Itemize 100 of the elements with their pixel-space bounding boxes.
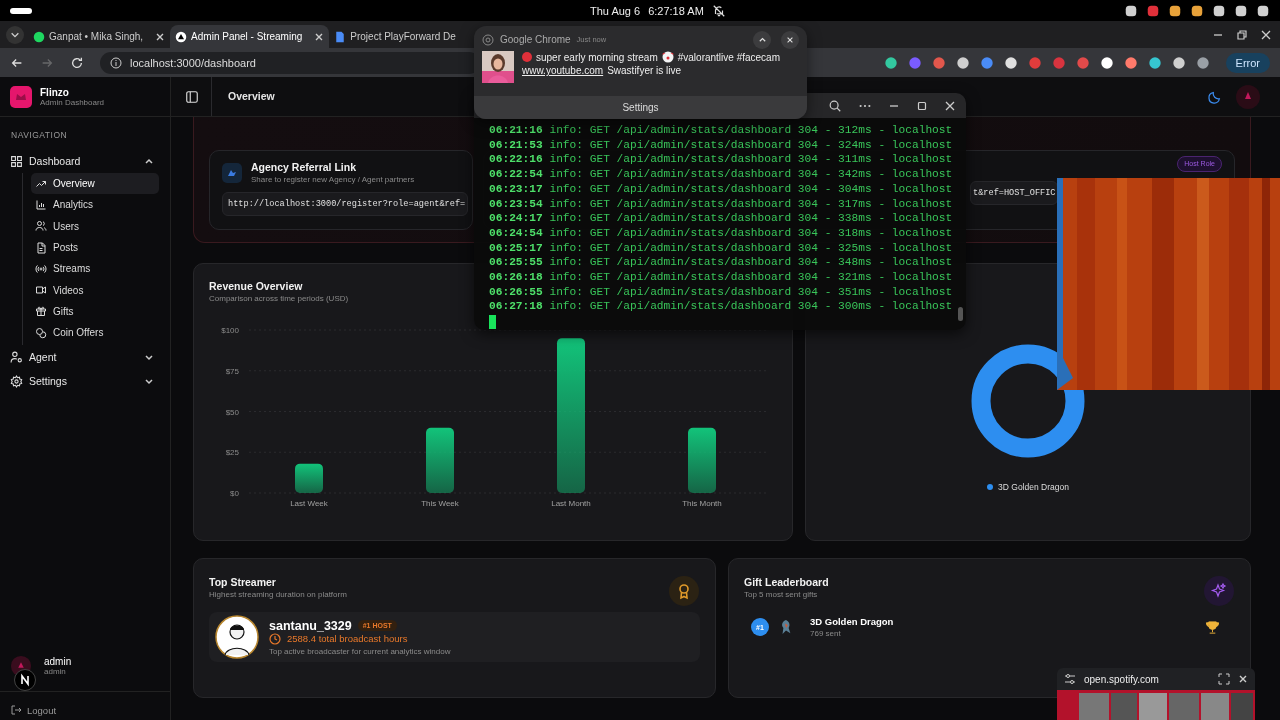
legend-label: 3D Golden Dragon	[998, 482, 1069, 492]
sidebar-toggle-icon[interactable]	[185, 89, 199, 104]
notification-message: #valorantlive #facecam	[677, 51, 780, 63]
link-icon	[222, 162, 242, 183]
dev-tools-button[interactable]	[14, 669, 36, 691]
close-icon[interactable]	[314, 31, 325, 42]
card-title: Revenue Overview	[209, 280, 303, 292]
scrollbar-thumb[interactable]	[958, 307, 963, 321]
nav-subitem[interactable]: Users	[31, 215, 159, 237]
settings-button[interactable]: Settings	[474, 95, 807, 119]
nav-subitem[interactable]: Analytics	[31, 194, 159, 216]
bar	[688, 427, 716, 493]
chevron-down-icon[interactable]	[144, 352, 154, 363]
extension-icon[interactable]	[1147, 55, 1162, 70]
terminal-line: 06:27:18 info: GET /api/admin/stats/dashboard 304 - 300ms - localhost	[489, 299, 953, 315]
close-icon[interactable]	[1260, 29, 1272, 41]
person-avatar-icon	[215, 615, 259, 659]
close-icon[interactable]	[944, 99, 956, 112]
maximize-icon[interactable]	[916, 99, 928, 112]
terminal-line: 06:23:54 info: GET /api/admin/stats/dashboard 304 - 317ms - localhost	[489, 196, 953, 212]
extension-icon[interactable]	[1003, 55, 1018, 70]
axis-label: $75	[225, 366, 239, 376]
music-favicon-icon	[33, 30, 45, 43]
site-link[interactable]: www.youtube.com	[522, 65, 604, 76]
clown-face-icon	[661, 51, 674, 63]
card-subtitle: Highest streaming duration on platform	[209, 590, 347, 599]
extension-icon[interactable]	[955, 55, 970, 70]
terminal-cursor	[489, 315, 496, 330]
chevron-down-icon[interactable]	[144, 376, 154, 387]
expand-button[interactable]	[753, 30, 771, 49]
search-icon[interactable]	[828, 98, 842, 113]
nav-item[interactable]: Agent	[10, 345, 160, 370]
streamer-note: Top active broadcaster for current analytics window	[269, 646, 451, 656]
settings-icon	[10, 374, 23, 388]
close-icon[interactable]	[786, 35, 794, 44]
tray-icon[interactable]	[1124, 3, 1138, 18]
axis-label: Last Month	[551, 499, 591, 508]
card-title: Agency Referral Link	[251, 161, 358, 173]
logout-button[interactable]: Logout	[10, 704, 57, 716]
tab-list-button[interactable]	[6, 26, 24, 44]
nav-item[interactable]: Settings	[10, 369, 160, 394]
close-icon[interactable]	[1238, 674, 1248, 684]
nav-subitem[interactable]: Videos	[31, 279, 159, 301]
nav-subitem[interactable]: Posts	[31, 236, 159, 259]
site-label: open.spotify.com	[1084, 673, 1160, 685]
restore-icon[interactable]	[1236, 29, 1248, 41]
browser-tab[interactable]: Admin Panel - Streaming	[170, 25, 330, 48]
browser-tab[interactable]: Ganpat • Mika Singh,	[28, 25, 171, 48]
terminal-line: 06:24:54 info: GET /api/admin/stats/dashboard 304 - 318ms - localhost	[489, 225, 953, 241]
nav-subitem[interactable]: Overview	[31, 173, 159, 195]
tray-icon[interactable]	[1168, 3, 1182, 18]
activities-indicator[interactable]	[10, 7, 32, 14]
clock-icon	[269, 632, 281, 645]
close-button[interactable]	[781, 30, 799, 49]
axis-label: This Month	[682, 499, 722, 508]
chevron-up-icon[interactable]	[144, 156, 154, 166]
tray-icon[interactable]	[1190, 3, 1204, 18]
tray-icon[interactable]	[1256, 3, 1270, 18]
logout-icon[interactable]	[10, 704, 22, 716]
chevron-up-icon[interactable]	[757, 35, 767, 44]
expand-icon[interactable]	[1218, 673, 1230, 685]
live-dot-icon	[522, 52, 532, 62]
axis-label: $100	[221, 326, 239, 335]
error-button[interactable]: Error	[1225, 52, 1270, 73]
coins-icon	[35, 326, 47, 339]
tray-icon[interactable]	[1212, 3, 1226, 18]
user-role: admin	[44, 667, 67, 676]
terminal-line: 06:21:16 info: GET /api/admin/stats/dashboard 304 - 312ms - localhost	[489, 123, 953, 138]
nav-subitem[interactable]: Coin Offers	[31, 322, 159, 344]
info-icon[interactable]	[110, 56, 122, 69]
notification-message: super early morning stream	[536, 51, 658, 63]
referral-link-field[interactable]: http://localhost:3000/register?role=agent&ref=	[222, 192, 468, 216]
close-icon[interactable]	[155, 31, 166, 42]
chevron-down-icon[interactable]	[10, 30, 20, 40]
user-gear-icon	[10, 350, 23, 364]
extension-icon[interactable]	[1099, 55, 1114, 70]
sliders-icon[interactable]	[1064, 673, 1076, 685]
terminal-line: 06:22:54 info: GET /api/admin/stats/dashboard 304 - 342ms - localhost	[489, 167, 953, 182]
nav-item[interactable]: Dashboard	[10, 149, 160, 173]
browser-tab[interactable]: Project PlayForward De	[329, 25, 469, 48]
gift-count: 769 sent	[810, 629, 842, 638]
date-label: Thu Aug 6	[590, 4, 641, 17]
axis-label: This Week	[421, 499, 459, 508]
award-icon	[669, 576, 699, 606]
moon-icon[interactable]	[1208, 89, 1222, 104]
bar	[295, 463, 323, 493]
streamer-name: santanu_3329	[269, 618, 352, 633]
nav-subitem[interactable]: Gifts	[31, 300, 159, 323]
terminal-line: 06:26:18 info: GET /api/admin/stats/dashboard 304 - 321ms - localhost	[489, 270, 953, 285]
tray-icon[interactable]	[1234, 3, 1248, 18]
axis-label: $25	[225, 448, 239, 458]
section-label: NAVIGATION	[11, 130, 69, 140]
extension-icon[interactable]	[883, 55, 898, 70]
referral-link-field[interactable]: t&ref=HOST_OFFIC	[970, 181, 1058, 205]
crown-logo-icon	[10, 85, 32, 108]
profile-avatar-icon[interactable]	[1236, 84, 1260, 109]
nav-subitem[interactable]: Streams	[31, 258, 159, 280]
terminal-line: 06:26:55 info: GET /api/admin/stats/dashboard 304 - 351ms - localhost	[489, 284, 953, 300]
reload-icon[interactable]	[70, 55, 84, 70]
extension-icon[interactable]	[1171, 55, 1186, 70]
